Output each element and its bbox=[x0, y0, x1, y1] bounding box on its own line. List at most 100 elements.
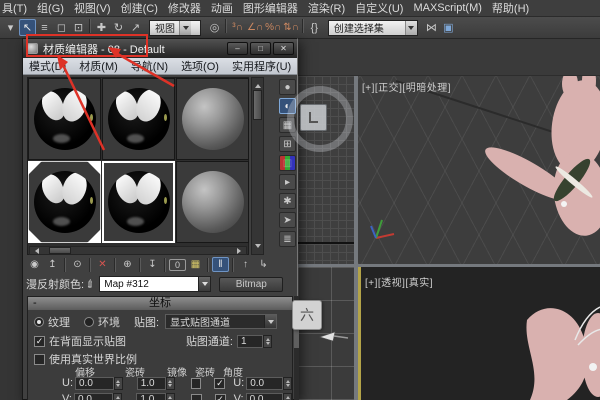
u-mirror-checkbox[interactable] bbox=[190, 377, 202, 389]
reset-map-icon[interactable]: ✕ bbox=[94, 257, 111, 272]
u-offset-spinner[interactable] bbox=[113, 376, 123, 390]
chevron-down-icon[interactable] bbox=[404, 20, 417, 35]
u-angle-field[interactable]: 0.0 bbox=[246, 376, 284, 390]
v-tile-field[interactable]: 1.0 bbox=[136, 392, 166, 400]
chevron-down-icon[interactable] bbox=[264, 315, 277, 328]
viewport-label-orthographic[interactable]: [+][正交][明暗处理] bbox=[362, 79, 451, 94]
menu-item[interactable]: 组(G) bbox=[37, 0, 64, 16]
named-selection-set-dropdown[interactable]: 创建选择集 bbox=[327, 19, 418, 36]
spinner-snap-toggle-icon[interactable]: ⇅∩ bbox=[282, 19, 300, 36]
menu-item[interactable]: 视图(V) bbox=[74, 0, 111, 16]
snap-toggle-3d-icon[interactable]: ³∩ bbox=[229, 19, 246, 36]
u-tile-spinner[interactable] bbox=[165, 376, 175, 390]
material-editor-menu-item[interactable]: 实用程序(U) bbox=[232, 58, 291, 74]
v-tile-spinner[interactable] bbox=[165, 392, 175, 400]
video-color-check-icon[interactable]: ▥ bbox=[279, 155, 296, 171]
material-slot-1[interactable] bbox=[28, 78, 101, 160]
v-tile-checkbox[interactable] bbox=[214, 393, 226, 400]
v-offset-field[interactable]: 0.0 bbox=[74, 392, 114, 400]
scrollbar-thumb[interactable] bbox=[49, 247, 71, 254]
scroll-left-icon[interactable] bbox=[32, 247, 39, 254]
map-name-dropdown[interactable]: Map #312 bbox=[99, 276, 212, 292]
toolbar-separator bbox=[164, 257, 166, 272]
menu-item[interactable]: 动画 bbox=[211, 0, 233, 16]
maximize-button[interactable]: □ bbox=[250, 42, 271, 55]
edit-named-selection-sets-icon[interactable]: {} bbox=[306, 19, 323, 36]
viewport-bottom-left[interactable] bbox=[298, 267, 354, 400]
menu-item[interactable]: 渲染(R) bbox=[308, 0, 345, 16]
minimize-button[interactable]: – bbox=[227, 42, 248, 55]
map-channel-spinner[interactable] bbox=[263, 334, 272, 348]
scroll-down-icon[interactable] bbox=[255, 244, 261, 251]
scrollbar-thumb[interactable] bbox=[253, 90, 262, 120]
make-material-copy-icon[interactable]: ⊕ bbox=[119, 257, 136, 272]
put-material-to-scene-icon[interactable]: ↥ bbox=[44, 257, 61, 272]
show-map-on-back-checkbox[interactable] bbox=[34, 335, 45, 347]
map-channel-field[interactable]: 1 bbox=[237, 334, 263, 348]
u-offset-field[interactable]: 0.0 bbox=[75, 376, 114, 390]
eyedropper-icon[interactable]: ✐ bbox=[83, 276, 99, 292]
get-material-icon[interactable]: ◉ bbox=[26, 257, 43, 272]
material-map-navigator-icon[interactable]: ≣ bbox=[279, 231, 296, 247]
menu-item[interactable]: 帮助(H) bbox=[492, 0, 529, 16]
menu-item[interactable]: 创建(C) bbox=[121, 0, 158, 16]
u-angle-spinner[interactable] bbox=[283, 376, 292, 390]
material-slot-2[interactable] bbox=[102, 78, 175, 160]
show-map-in-viewport-icon[interactable]: ▦ bbox=[187, 257, 204, 272]
u-tile-field[interactable]: 1.0 bbox=[136, 376, 166, 390]
real-world-scale-checkbox[interactable] bbox=[34, 353, 45, 365]
material-slot-4[interactable] bbox=[28, 161, 101, 243]
texture-radio[interactable] bbox=[34, 316, 44, 327]
scroll-right-icon[interactable] bbox=[237, 247, 244, 254]
material-slot-3[interactable] bbox=[176, 78, 249, 160]
menu-item[interactable]: 图形编辑器 bbox=[243, 0, 298, 16]
butterfly-object[interactable] bbox=[505, 285, 600, 400]
assign-material-to-selection-icon[interactable]: ⊙ bbox=[69, 257, 86, 272]
v-offset-spinner[interactable] bbox=[113, 392, 123, 400]
menu-item[interactable]: 具(T) bbox=[2, 0, 27, 16]
v-mirror-checkbox[interactable] bbox=[190, 393, 202, 400]
scroll-up-icon[interactable] bbox=[255, 81, 261, 88]
material-editor-menu-item[interactable]: 材质(M) bbox=[79, 58, 118, 74]
mapping-dropdown[interactable]: 显式贴图通道 bbox=[165, 314, 278, 329]
slots-horizontal-scrollbar[interactable] bbox=[29, 246, 247, 255]
material-editor-menu-item[interactable]: 导航(N) bbox=[131, 58, 168, 74]
go-forward-to-sibling-icon[interactable]: ↳ bbox=[255, 257, 272, 272]
slots-vertical-scrollbar[interactable] bbox=[251, 77, 264, 255]
collapse-icon[interactable]: - bbox=[33, 297, 37, 310]
make-preview-icon[interactable]: ▸ bbox=[279, 174, 296, 190]
use-pivot-point-center-icon[interactable]: ◎ bbox=[206, 19, 223, 36]
coordinates-rollout-header[interactable]: - 坐标 bbox=[28, 297, 292, 310]
select-by-material-icon[interactable]: ➤ bbox=[279, 212, 296, 228]
viewport-label-perspective[interactable]: [+][透视][真实] bbox=[365, 274, 433, 289]
v-angle-spinner[interactable] bbox=[283, 392, 292, 400]
sample-type-icon[interactable]: ● bbox=[279, 79, 296, 95]
close-button[interactable]: ✕ bbox=[273, 42, 294, 55]
menu-item[interactable]: 自定义(U) bbox=[355, 0, 403, 16]
viewport-orthographic[interactable] bbox=[358, 76, 600, 264]
material-editor-menu-item[interactable]: 选项(O) bbox=[181, 58, 219, 74]
angle-snap-toggle-icon[interactable]: ∠∩ bbox=[246, 19, 264, 36]
reference-coordinate-dropdown[interactable]: 视图 bbox=[149, 19, 201, 36]
environment-radio[interactable] bbox=[84, 316, 94, 327]
selection-filter-dropdown-icon[interactable]: ▾ bbox=[2, 19, 19, 36]
material-id-channel-icon[interactable]: 0 bbox=[169, 258, 186, 271]
u-tile-checkbox[interactable] bbox=[214, 377, 226, 389]
go-to-parent-icon[interactable]: ↑ bbox=[237, 257, 254, 272]
options-icon[interactable]: ✱ bbox=[279, 193, 296, 209]
material-slot-6[interactable] bbox=[176, 161, 249, 243]
menu-item[interactable]: MAXScript(M) bbox=[413, 2, 481, 14]
put-to-library-icon[interactable]: ↧ bbox=[144, 257, 161, 272]
mirror-icon[interactable]: ⋈ bbox=[423, 19, 440, 36]
menu-item[interactable]: 修改器 bbox=[168, 0, 201, 16]
show-end-result-icon[interactable]: ‖ bbox=[212, 257, 229, 272]
percent-snap-toggle-icon[interactable]: %∩ bbox=[264, 19, 282, 36]
v-angle-field[interactable]: 0.0 bbox=[245, 392, 284, 400]
material-editor-menu-item[interactable]: 模式(D) bbox=[29, 58, 66, 74]
material-slot-5-active[interactable] bbox=[102, 161, 175, 243]
map-type-button[interactable]: Bitmap bbox=[219, 276, 284, 292]
butterfly-object[interactable] bbox=[478, 76, 600, 264]
align-icon[interactable]: ▣ bbox=[440, 19, 457, 36]
chevron-down-icon[interactable] bbox=[198, 277, 211, 291]
chevron-down-icon[interactable] bbox=[179, 20, 191, 35]
